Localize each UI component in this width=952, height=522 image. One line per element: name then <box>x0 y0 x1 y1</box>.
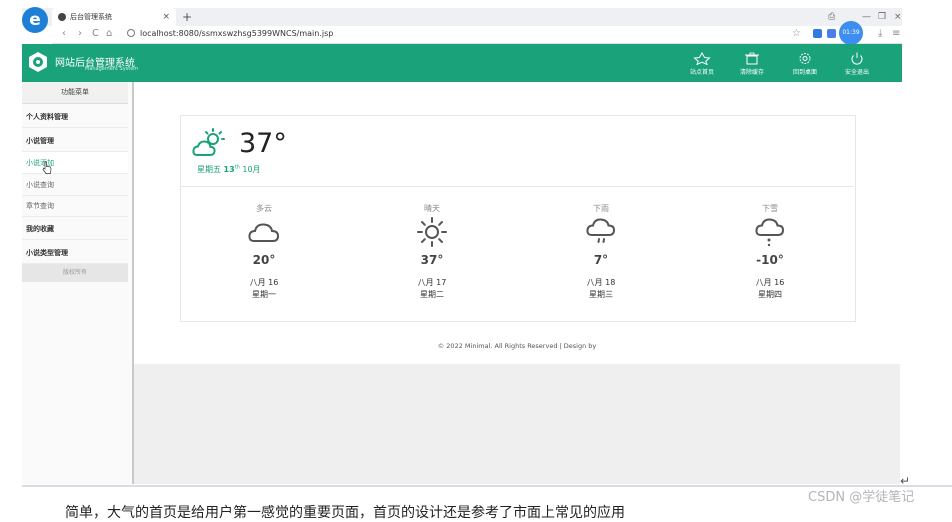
new-tab-button[interactable]: + <box>182 8 192 26</box>
forecast-temperature: -10° <box>756 253 784 267</box>
sidebar-item-novel-management[interactable]: 小说管理 <box>22 130 128 152</box>
site-home-button[interactable]: 站点首页 <box>677 52 727 76</box>
back-to-desktop-label: 回到桌面 <box>792 69 817 76</box>
forecast-date: 八月 16 <box>755 278 785 287</box>
home-button[interactable]: ⌂ <box>106 27 112 41</box>
snow-icon <box>755 218 785 247</box>
extension-icon[interactable] <box>827 29 836 38</box>
menu-icon[interactable]: ≡ <box>892 27 900 41</box>
forecast-condition: 晴天 <box>424 204 440 213</box>
forecast-temperature: 20° <box>252 253 276 267</box>
tab-title: 后台管理系统 <box>70 13 112 21</box>
document-text: 简单，大气的首页是给用户第一感觉的重要页面，首页的设计还是参考了市面上常见的应用 <box>65 505 625 521</box>
day-suffix: th <box>234 164 240 171</box>
csdn-watermark: CSDN @学徒笔记 <box>808 490 915 505</box>
sidebar-item-novel-query[interactable]: 小说查询 <box>22 174 128 196</box>
back-to-desktop-button[interactable]: 回到桌面 <box>780 52 830 76</box>
bookmark-star-icon[interactable]: ☆ <box>792 27 801 41</box>
site-info-icon[interactable] <box>127 29 135 37</box>
forecast-condition: 多云 <box>256 204 272 213</box>
partly-cloudy-icon <box>192 128 225 156</box>
forecast-weekday: 星期一 <box>252 290 276 299</box>
app-subtitle: Management System <box>85 66 139 72</box>
forecast-condition: 下雨 <box>593 204 609 213</box>
extension-icon[interactable] <box>813 29 822 38</box>
download-icon[interactable]: ⤓ <box>878 27 882 41</box>
gear-icon <box>799 53 811 64</box>
forecast-temperature: 7° <box>593 253 609 267</box>
back-button[interactable]: ‹ <box>62 27 66 41</box>
clear-cache-label: 清除缓存 <box>739 69 764 76</box>
browser-logo-icon: e <box>22 7 48 33</box>
forecast-day: 多云 20° 八月 16 星期一 <box>219 203 309 300</box>
sidebar-item-type-management[interactable]: 小说类型管理 <box>22 242 128 264</box>
reload-button[interactable]: C <box>92 27 99 41</box>
content-footer-area <box>134 364 900 484</box>
forecast-date: 八月 16 <box>249 278 279 287</box>
star-icon <box>693 52 711 65</box>
sidebar-copyright: 版权所有 <box>22 264 128 282</box>
forecast-day: 下雨 7° 八月 18 星期三 <box>556 203 646 300</box>
logout-button[interactable]: 安全退出 <box>832 52 882 76</box>
forecast-date: 八月 18 <box>586 278 616 287</box>
tab-close-icon[interactable]: × <box>162 8 170 26</box>
forecast-weekday: 星期三 <box>589 290 613 299</box>
close-window-button[interactable]: × <box>894 8 902 26</box>
sidebar-item-profile[interactable]: 个人资料管理 <box>22 106 128 128</box>
sidebar-header: 功能菜单 <box>22 82 128 104</box>
tab-favicon-icon <box>58 13 66 21</box>
weather-divider <box>181 186 853 187</box>
current-weekday: 星期五 <box>197 165 221 174</box>
sidebar-item-chapter-query[interactable]: 章节查询 <box>22 195 128 217</box>
page-footer: © 2022 Minimal. All Rights Reserved | De… <box>437 342 597 350</box>
power-icon <box>851 52 863 65</box>
rain-icon <box>586 218 616 243</box>
current-temperature: 37° <box>239 128 287 159</box>
current-day: 13 <box>223 165 235 174</box>
forecast-condition: 下雪 <box>762 204 778 213</box>
recording-timer: 01:39 <box>839 21 863 45</box>
current-month: 10月 <box>242 165 261 174</box>
forecast-weekday: 星期四 <box>758 290 782 299</box>
hand-cursor-icon <box>42 161 52 174</box>
current-date: 星期五 13th 10月 <box>197 164 261 175</box>
minimize-button[interactable]: — <box>862 8 871 26</box>
forecast-day: 晴天 37° 八月 17 星期二 <box>387 203 477 300</box>
url-field[interactable]: localhost:8080/ssmxswzhsg5399WNCS/main.j… <box>140 27 333 41</box>
trash-icon <box>745 52 759 65</box>
forecast-temperature: 37° <box>420 253 444 267</box>
maximize-button[interactable]: ❐ <box>878 8 886 26</box>
forecast-weekday: 星期二 <box>420 290 444 299</box>
logout-label: 安全退出 <box>844 69 869 76</box>
sun-icon <box>417 217 447 247</box>
clear-cache-button[interactable]: 清除缓存 <box>727 52 777 76</box>
forward-button[interactable]: › <box>78 27 82 41</box>
app-logo-icon <box>29 52 47 72</box>
forecast-day: 下雪 -10° 八月 16 星期四 <box>725 203 815 300</box>
print-icon[interactable]: ⎙ <box>828 8 835 26</box>
cloud-icon <box>248 223 280 242</box>
forecast-date: 八月 17 <box>417 278 447 287</box>
sidebar-item-novel-add[interactable]: 小说添加 <box>22 152 128 174</box>
browser-tab[interactable]: 后台管理系统 × <box>52 8 176 26</box>
sidebar-item-favorites[interactable]: 我的收藏 <box>22 218 128 240</box>
site-home-label: 站点首页 <box>689 69 714 76</box>
